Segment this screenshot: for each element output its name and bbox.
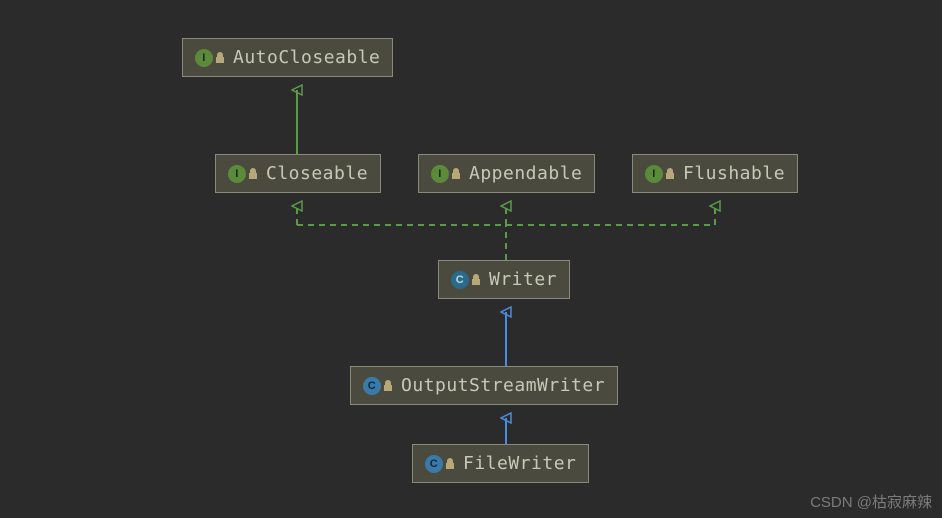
lock-icon [215, 52, 225, 64]
node-writer[interactable]: C Writer [438, 260, 570, 299]
node-label: FileWriter [463, 453, 576, 474]
node-flushable[interactable]: I Flushable [632, 154, 798, 193]
node-label: AutoCloseable [233, 47, 380, 68]
lock-icon [451, 168, 461, 180]
node-autocloseable[interactable]: I AutoCloseable [182, 38, 393, 77]
lock-icon [665, 168, 675, 180]
interface-icon: I [195, 49, 225, 67]
connector-layer [0, 0, 942, 518]
interface-icon: I [228, 165, 258, 183]
class-icon: C [363, 377, 393, 395]
interface-icon: I [645, 165, 675, 183]
class-icon: C [425, 455, 455, 473]
node-label: OutputStreamWriter [401, 375, 605, 396]
node-label: Appendable [469, 163, 582, 184]
node-closeable[interactable]: I Closeable [215, 154, 381, 193]
interface-icon: I [431, 165, 461, 183]
lock-icon [471, 274, 481, 286]
abstract-class-icon: C [451, 271, 481, 289]
node-label: Writer [489, 269, 557, 290]
node-appendable[interactable]: I Appendable [418, 154, 595, 193]
node-label: Flushable [683, 163, 785, 184]
watermark: CSDN @枯寂麻辣 [810, 491, 932, 512]
lock-icon [383, 380, 393, 392]
lock-icon [248, 168, 258, 180]
node-label: Closeable [266, 163, 368, 184]
node-filewriter[interactable]: C FileWriter [412, 444, 589, 483]
node-outputstreamwriter[interactable]: C OutputStreamWriter [350, 366, 618, 405]
lock-icon [445, 458, 455, 470]
